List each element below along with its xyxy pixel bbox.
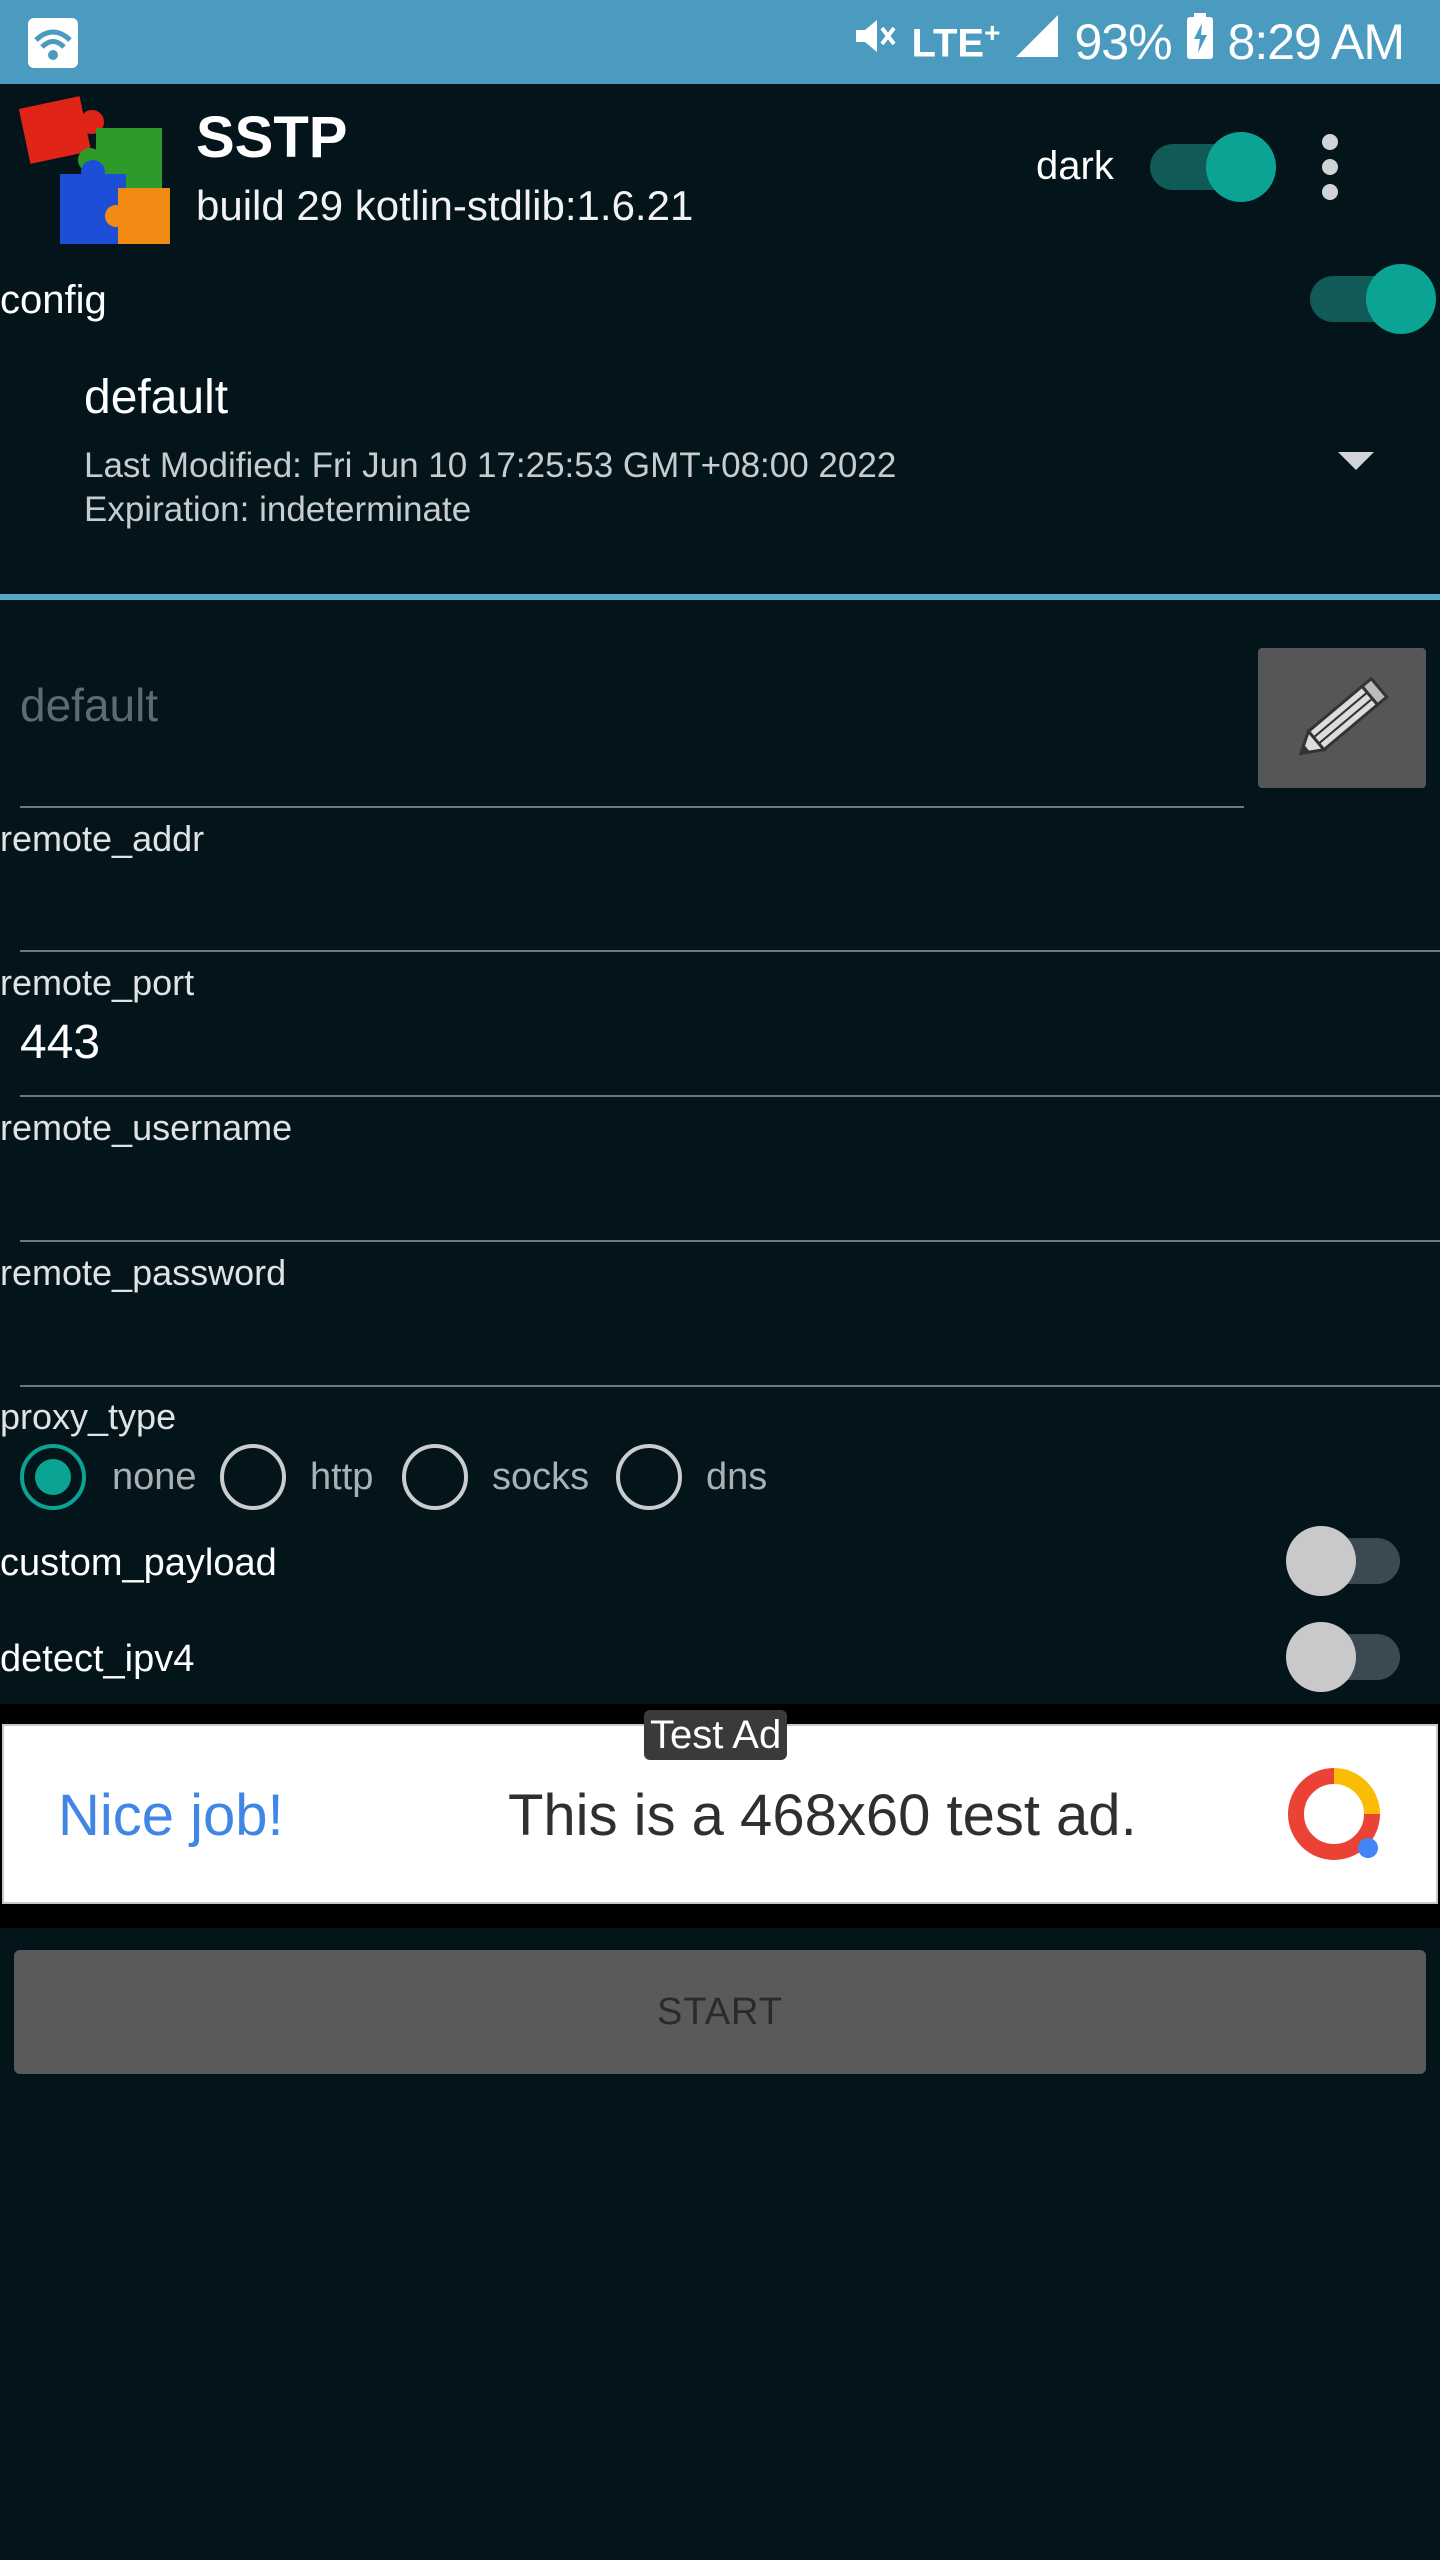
start-button[interactable]: START	[14, 1950, 1426, 2074]
ad-body-text[interactable]: This is a 468x60 test ad.	[508, 1782, 1137, 1849]
test-ad-badge: Test Ad	[644, 1710, 788, 1760]
config-name: default	[84, 371, 229, 424]
proxy-http-radio[interactable]	[220, 1444, 286, 1510]
config-last-modified: Last Modified: Fri Jun 10 17:25:53 GMT+0…	[84, 446, 897, 485]
battery-charging-icon	[1186, 13, 1214, 71]
custom-payload-toggle[interactable]	[1286, 1526, 1400, 1596]
pencil-icon	[1288, 666, 1398, 775]
remote-addr-label: remote_addr	[0, 818, 205, 859]
more-options-icon[interactable]	[1310, 134, 1350, 200]
ad-logo-icon[interactable]	[1286, 1766, 1382, 1862]
section-divider	[0, 594, 1440, 600]
config-spinner[interactable]: default Last Modified: Fri Jun 10 17:25:…	[0, 370, 1440, 560]
wifi-icon	[28, 18, 78, 68]
proxy-none-label[interactable]: none	[112, 1456, 197, 1499]
edit-button[interactable]	[1258, 648, 1426, 788]
remote-port-input[interactable]	[20, 1012, 1420, 1072]
proxy-http-label[interactable]: http	[310, 1456, 373, 1499]
remote-password-underline	[20, 1385, 1440, 1387]
dropdown-arrow-icon	[1338, 452, 1374, 470]
remote-password-label: remote_password	[0, 1252, 287, 1293]
config-name-input[interactable]	[20, 670, 1240, 740]
clock: 8:29 AM	[1227, 14, 1405, 70]
proxy-dns-radio[interactable]	[616, 1444, 682, 1510]
app-subtitle: build 29 kotlin-stdlib:1.6.21	[196, 182, 694, 229]
mute-icon	[850, 12, 898, 72]
signal-icon	[1014, 13, 1060, 71]
dark-mode-label: dark	[1036, 144, 1114, 188]
battery-percentage: 93%	[1074, 14, 1172, 70]
puzzle-logo-icon	[18, 92, 180, 254]
remote-addr-underline	[20, 950, 1440, 952]
remote-addr-input[interactable]	[20, 880, 1420, 940]
ad-headline[interactable]: Nice job!	[58, 1782, 284, 1849]
proxy-type-label: proxy_type	[0, 1396, 177, 1437]
config-toggle[interactable]	[1310, 264, 1436, 334]
remote-password-input[interactable]	[20, 1315, 1420, 1375]
network-type-label: LTE	[911, 21, 985, 66]
status-indicators: LTE+ 93% 8:29 AM	[850, 0, 1405, 84]
proxy-socks-radio[interactable]	[402, 1444, 468, 1510]
proxy-none-radio[interactable]	[20, 1444, 86, 1510]
proxy-dns-label[interactable]: dns	[706, 1456, 767, 1499]
dark-mode-toggle[interactable]	[1150, 132, 1276, 202]
status-bar: LTE+ 93% 8:29 AM	[0, 0, 1440, 84]
remote-username-underline	[20, 1240, 1440, 1242]
config-label: config	[0, 278, 107, 322]
network-plus-label: +	[984, 17, 1001, 49]
network-type-icon: LTE+	[912, 17, 1001, 66]
detect-ipv4-label: detect_ipv4	[0, 1638, 195, 1680]
config-name-underline	[20, 806, 1244, 808]
remote-port-label: remote_port	[0, 962, 195, 1003]
app-title: SSTP	[196, 105, 348, 170]
remote-port-underline	[20, 1095, 1440, 1097]
config-expiration: Expiration: indeterminate	[84, 490, 472, 529]
remote-username-label: remote_username	[0, 1107, 293, 1148]
proxy-socks-label[interactable]: socks	[492, 1456, 589, 1499]
remote-username-input[interactable]	[20, 1170, 1420, 1230]
detect-ipv4-toggle[interactable]	[1286, 1622, 1400, 1692]
custom-payload-label: custom_payload	[0, 1542, 277, 1584]
